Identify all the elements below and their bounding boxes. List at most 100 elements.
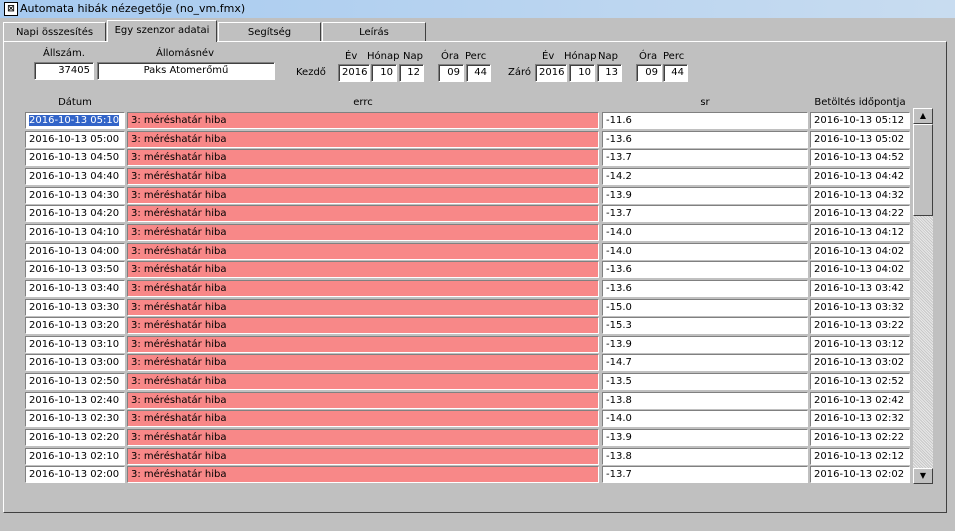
errc-cell[interactable]: 3: méréshatár hiba — [127, 224, 599, 241]
load-time-cell[interactable]: 2016-10-13 04:22 — [810, 205, 910, 222]
load-time-cell[interactable]: 2016-10-13 02:12 — [810, 448, 910, 465]
load-time-cell[interactable]: 2016-10-13 02:32 — [810, 410, 910, 427]
date-cell[interactable]: 2016-10-13 03:00 — [25, 354, 125, 371]
errc-cell[interactable]: 3: méréshatár hiba — [127, 466, 599, 483]
sr-cell[interactable]: -15.0 — [602, 299, 808, 316]
sr-cell[interactable]: -13.9 — [602, 187, 808, 204]
date-cell[interactable]: 2016-10-13 04:30 — [25, 187, 125, 204]
start-year-field[interactable]: 2016 — [338, 64, 370, 82]
end-year-field[interactable]: 2016 — [535, 64, 567, 82]
errc-cell[interactable]: 3: méréshatár hiba — [127, 205, 599, 222]
errc-cell[interactable]: 3: méréshatár hiba — [127, 168, 599, 185]
load-time-cell[interactable]: 2016-10-13 03:02 — [810, 354, 910, 371]
date-cell[interactable]: 2016-10-13 04:50 — [25, 149, 125, 166]
sr-cell[interactable]: -13.7 — [602, 149, 808, 166]
sr-cell[interactable]: -14.2 — [602, 168, 808, 185]
date-cell[interactable]: 2016-10-13 02:50 — [25, 373, 125, 390]
sr-cell[interactable]: -13.9 — [602, 336, 808, 353]
sr-cell[interactable]: -13.5 — [602, 373, 808, 390]
errc-cell[interactable]: 3: méréshatár hiba — [127, 112, 599, 129]
load-time-cell[interactable]: 2016-10-13 04:02 — [810, 243, 910, 260]
sr-cell[interactable]: -13.6 — [602, 261, 808, 278]
errc-cell[interactable]: 3: méréshatár hiba — [127, 336, 599, 353]
sr-cell[interactable]: -14.0 — [602, 224, 808, 241]
load-time-cell[interactable]: 2016-10-13 05:12 — [810, 112, 910, 129]
errc-cell[interactable]: 3: méréshatár hiba — [127, 187, 599, 204]
date-cell[interactable]: 2016-10-13 02:30 — [25, 410, 125, 427]
date-cell[interactable]: 2016-10-13 03:10 — [25, 336, 125, 353]
sr-cell[interactable]: -13.8 — [602, 392, 808, 409]
errc-cell[interactable]: 3: méréshatár hiba — [127, 243, 599, 260]
sr-cell[interactable]: -14.7 — [602, 354, 808, 371]
date-cell[interactable]: 2016-10-13 04:00 — [25, 243, 125, 260]
sr-cell[interactable]: -13.6 — [602, 131, 808, 148]
sr-cell[interactable]: -15.3 — [602, 317, 808, 334]
load-time-cell[interactable]: 2016-10-13 02:52 — [810, 373, 910, 390]
errc-cell[interactable]: 3: méréshatár hiba — [127, 373, 599, 390]
date-cell[interactable]: 2016-10-13 02:20 — [25, 429, 125, 446]
load-time-cell[interactable]: 2016-10-13 04:42 — [810, 168, 910, 185]
errc-cell[interactable]: 3: méréshatár hiba — [127, 448, 599, 465]
load-time-cell[interactable]: 2016-10-13 02:42 — [810, 392, 910, 409]
date-cell[interactable]: 2016-10-13 04:40 — [25, 168, 125, 185]
scroll-up-arrow-icon[interactable]: ▲ — [913, 108, 933, 124]
sr-cell[interactable]: -13.7 — [602, 205, 808, 222]
errc-cell[interactable]: 3: méréshatár hiba — [127, 392, 599, 409]
errc-cell[interactable]: 3: méréshatár hiba — [127, 410, 599, 427]
sr-cell[interactable]: -11.6 — [602, 112, 808, 129]
load-time-cell[interactable]: 2016-10-13 03:32 — [810, 299, 910, 316]
sr-cell[interactable]: -14.0 — [602, 243, 808, 260]
start-minute-field[interactable]: 44 — [466, 64, 491, 82]
errc-cell[interactable]: 3: méréshatár hiba — [127, 317, 599, 334]
errc-cell[interactable]: 3: méréshatár hiba — [127, 261, 599, 278]
load-time-cell[interactable]: 2016-10-13 03:12 — [810, 336, 910, 353]
errc-cell[interactable]: 3: méréshatár hiba — [127, 131, 599, 148]
tab-segitseg[interactable]: Segítség — [218, 22, 321, 42]
load-time-cell[interactable]: 2016-10-13 04:52 — [810, 149, 910, 166]
tab-leiras[interactable]: Leírás — [322, 22, 426, 42]
sr-cell[interactable]: -13.8 — [602, 448, 808, 465]
station-name-field[interactable]: Paks Atomerőmű — [97, 62, 275, 80]
vertical-scrollbar[interactable]: ▲ ▼ — [913, 108, 933, 484]
sr-cell[interactable]: -13.7 — [602, 466, 808, 483]
date-cell[interactable]: 2016-10-13 04:10 — [25, 224, 125, 241]
end-minute-field[interactable]: 44 — [663, 64, 688, 82]
errc-cell[interactable]: 3: méréshatár hiba — [127, 299, 599, 316]
tab-egy-szenzor-adatai[interactable]: Egy szenzor adatai — [107, 20, 217, 42]
start-month-field[interactable]: 10 — [371, 64, 397, 82]
date-cell[interactable]: 2016-10-13 02:40 — [25, 392, 125, 409]
tab-napi-osszesites[interactable]: Napi összesítés — [3, 22, 106, 42]
load-time-cell[interactable]: 2016-10-13 05:02 — [810, 131, 910, 148]
date-cell[interactable]: 2016-10-13 05:00 — [25, 131, 125, 148]
date-cell[interactable]: 2016-10-13 05:10 — [25, 112, 125, 129]
date-cell[interactable]: 2016-10-13 03:50 — [25, 261, 125, 278]
scroll-down-arrow-icon[interactable]: ▼ — [913, 468, 933, 484]
start-day-field[interactable]: 12 — [399, 64, 424, 82]
load-time-cell[interactable]: 2016-10-13 04:02 — [810, 261, 910, 278]
load-time-cell[interactable]: 2016-10-13 03:22 — [810, 317, 910, 334]
end-day-field[interactable]: 13 — [597, 64, 622, 82]
load-time-cell[interactable]: 2016-10-13 02:02 — [810, 466, 910, 483]
date-cell[interactable]: 2016-10-13 03:30 — [25, 299, 125, 316]
load-time-cell[interactable]: 2016-10-13 02:22 — [810, 429, 910, 446]
load-time-cell[interactable]: 2016-10-13 04:32 — [810, 187, 910, 204]
end-hour-field[interactable]: 09 — [636, 64, 662, 82]
station-id-field[interactable]: 37405 — [34, 62, 94, 80]
errc-cell[interactable]: 3: méréshatár hiba — [127, 354, 599, 371]
load-time-cell[interactable]: 2016-10-13 03:42 — [810, 280, 910, 297]
sr-cell[interactable]: -14.0 — [602, 410, 808, 427]
date-cell[interactable]: 2016-10-13 04:20 — [25, 205, 125, 222]
errc-cell[interactable]: 3: méréshatár hiba — [127, 149, 599, 166]
load-time-cell[interactable]: 2016-10-13 04:12 — [810, 224, 910, 241]
end-month-field[interactable]: 10 — [569, 64, 595, 82]
date-cell[interactable]: 2016-10-13 03:40 — [25, 280, 125, 297]
start-hour-field[interactable]: 09 — [438, 64, 464, 82]
date-cell[interactable]: 2016-10-13 02:10 — [25, 448, 125, 465]
scrollbar-thumb[interactable] — [913, 124, 933, 216]
sr-cell[interactable]: -13.9 — [602, 429, 808, 446]
date-cell[interactable]: 2016-10-13 02:00 — [25, 466, 125, 483]
sr-cell[interactable]: -13.6 — [602, 280, 808, 297]
errc-cell[interactable]: 3: méréshatár hiba — [127, 280, 599, 297]
date-cell[interactable]: 2016-10-13 03:20 — [25, 317, 125, 334]
errc-cell[interactable]: 3: méréshatár hiba — [127, 429, 599, 446]
